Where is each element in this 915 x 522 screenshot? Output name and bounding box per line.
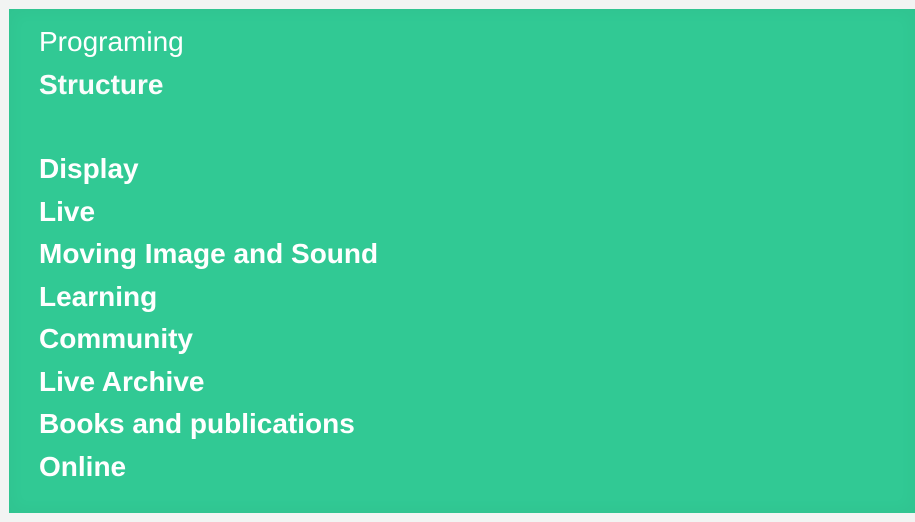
list-item-community: Community bbox=[39, 323, 193, 354]
screen: Programing Structure Display Live Moving… bbox=[0, 0, 915, 522]
slide-text-block: Programing Structure Display Live Moving… bbox=[39, 21, 378, 488]
list-item-books-and-publications: Books and publications bbox=[39, 408, 355, 439]
presentation-slide: Programing Structure Display Live Moving… bbox=[9, 9, 915, 513]
list-item-live: Live bbox=[39, 195, 96, 227]
list-item-learning: Learning bbox=[39, 280, 158, 312]
heading-line-structure: Structure bbox=[39, 68, 164, 100]
heading-line-programing: Programing bbox=[39, 26, 184, 57]
list-item-moving-image-and-sound: Moving Image and Sound bbox=[39, 238, 379, 269]
list-item-display: Display bbox=[39, 153, 139, 184]
list-item-live-archive: Live Archive bbox=[39, 365, 205, 397]
list-item-online: Online bbox=[39, 450, 127, 482]
